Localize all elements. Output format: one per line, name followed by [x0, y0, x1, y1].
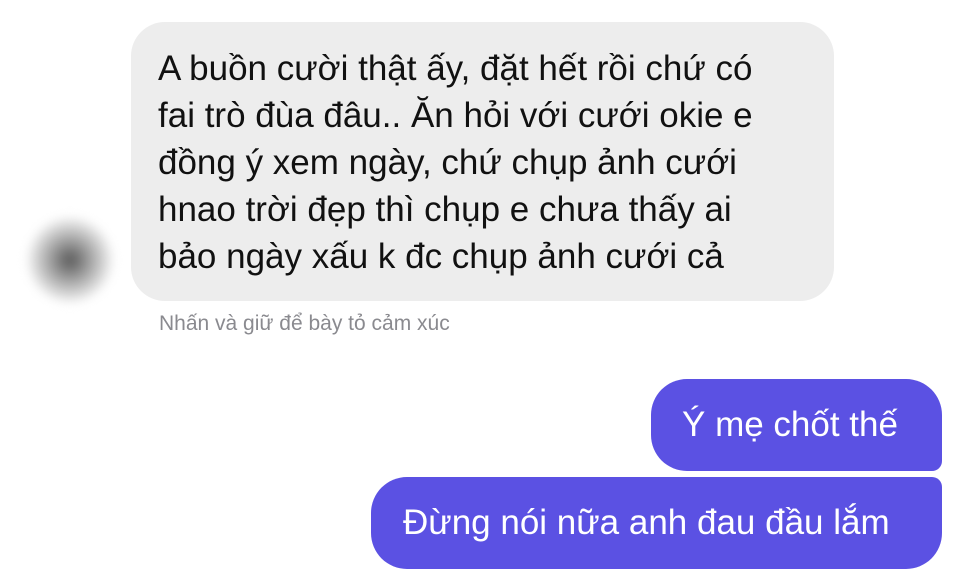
message-line: A buồn cười thật ấy, đặt hết rồi chứ có [158, 49, 753, 88]
message-line: đồng ý xem ngày, chứ chụp ảnh cưới [158, 143, 737, 182]
message-text: Đừng nói nữa anh đau đầu lắm [403, 503, 890, 542]
outgoing-message-bubble[interactable]: Đừng nói nữa anh đau đầu lắm [371, 477, 942, 569]
message-line: fai trò đùa đâu.. Ăn hỏi với cưới okie e [158, 96, 753, 135]
contact-avatar[interactable] [28, 218, 112, 302]
message-text: Ý mẹ chốt thế [682, 405, 898, 444]
chat-thread: A buồn cười thật ấy, đặt hết rồi chứ có … [0, 0, 960, 576]
message-line: bảo ngày xấu k đc chụp ảnh cưới cả [158, 237, 724, 276]
outgoing-message-bubble[interactable]: Ý mẹ chốt thế [651, 379, 942, 471]
incoming-message-bubble[interactable]: A buồn cười thật ấy, đặt hết rồi chứ có … [131, 22, 834, 301]
message-line: hnao trời đẹp thì chụp e chưa thấy ai [158, 190, 732, 229]
reaction-hint: Nhấn và giữ để bày tỏ cảm xúc [159, 312, 450, 335]
